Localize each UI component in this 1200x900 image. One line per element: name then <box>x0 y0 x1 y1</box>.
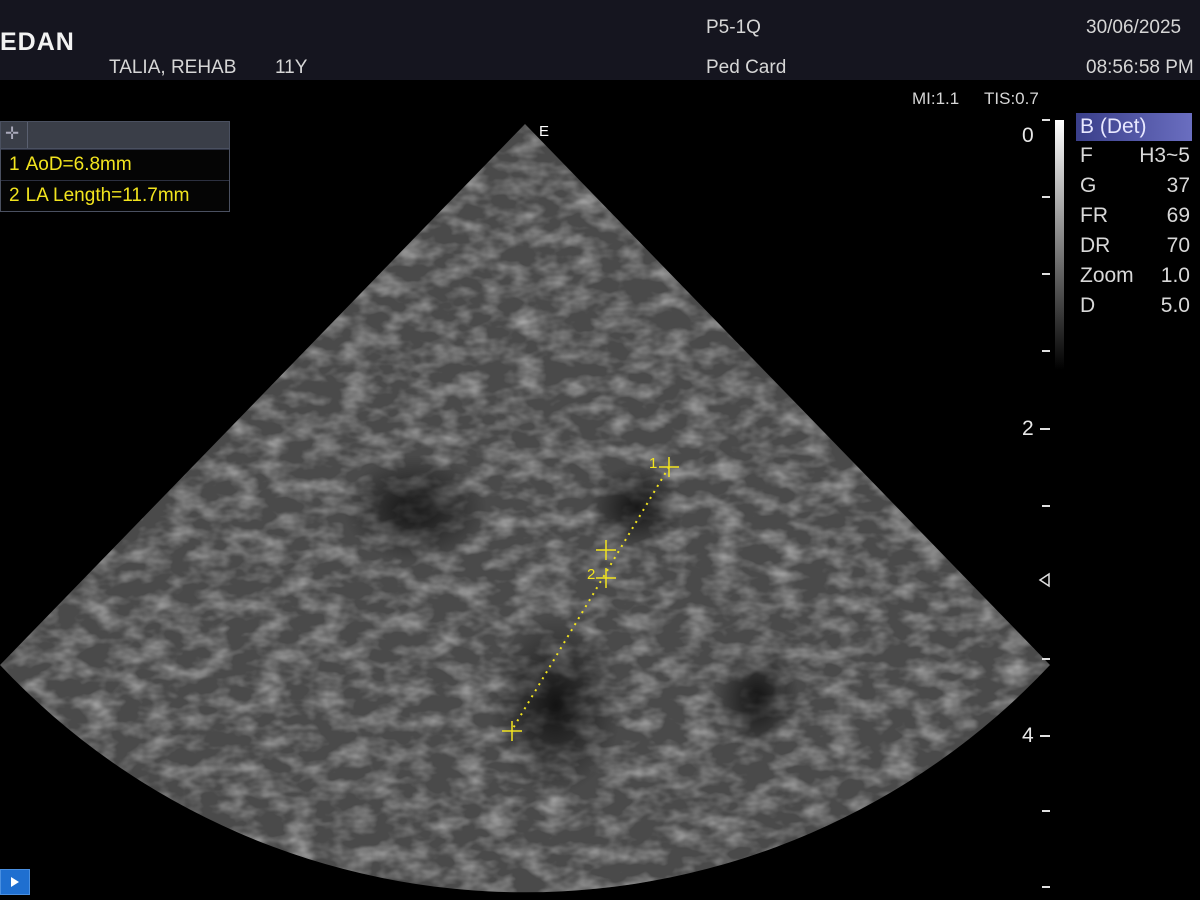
header-bar: EDAN TALIA, REHAB 11Y P5-1Q Ped Card 30/… <box>0 0 1200 80</box>
param-key: DR <box>1080 234 1111 257</box>
patient-age: 11Y <box>275 57 308 78</box>
exam-date: 30/06/2025 <box>1086 17 1182 38</box>
measurement-row[interactable]: 2 LA Length=11.7mm <box>1 180 229 211</box>
param-frame-rate: FR 69 <box>1076 201 1192 231</box>
measurement-text: LA Length=11.7mm <box>25 185 190 206</box>
patient-name: TALIA, REHAB <box>109 57 237 78</box>
param-value: 37 <box>1166 174 1190 197</box>
depth-label-2: 2 <box>1022 417 1034 440</box>
measurement-row[interactable]: 1 AoD=6.8mm <box>1 149 229 180</box>
image-parameters-panel: B (Det) F H3~5 G 37 FR 69 DR 70 Zoom 1.0 D 5.0 <box>1076 113 1192 321</box>
depth-label-0: 0 <box>1022 124 1034 147</box>
measurement-index: 2 <box>9 185 20 206</box>
probe-name: P5-1Q <box>706 17 761 38</box>
param-zoom: Zoom 1.0 <box>1076 261 1192 291</box>
depth-label-4: 4 <box>1022 724 1034 747</box>
param-value: 69 <box>1166 204 1190 227</box>
param-key: D <box>1080 294 1096 317</box>
header-divider <box>27 122 28 148</box>
play-icon[interactable] <box>0 869 30 895</box>
caliper-label-2: 2 <box>587 566 595 583</box>
exam-time: 08:56:58 PM <box>1086 57 1194 78</box>
scan-sector <box>0 124 1050 893</box>
gray-scale-bar <box>1055 120 1064 370</box>
focus-marker-icon[interactable] <box>1038 572 1050 588</box>
probe-orientation-marker: E <box>539 123 549 140</box>
measurement-results-panel[interactable]: ✛ 1 AoD=6.8mm 2 LA Length=11.7mm <box>0 121 230 212</box>
mode-label: B (Det) <box>1080 115 1147 138</box>
param-frequency: F H3~5 <box>1076 141 1192 171</box>
param-key: F <box>1080 144 1093 167</box>
measurement-text: AoD=6.8mm <box>25 154 132 175</box>
brand-logo: EDAN <box>0 28 75 56</box>
param-value: 70 <box>1166 234 1190 257</box>
param-key: G <box>1080 174 1097 197</box>
param-key: Zoom <box>1080 264 1134 287</box>
measurement-index: 1 <box>9 154 20 175</box>
param-value: H3~5 <box>1139 144 1190 167</box>
param-dynamic-range: DR 70 <box>1076 231 1192 261</box>
param-value: 1.0 <box>1160 264 1190 287</box>
caliper-label-1: 1 <box>649 455 657 472</box>
param-key: FR <box>1080 204 1108 227</box>
exam-preset: Ped Card <box>706 57 787 78</box>
panel-header[interactable]: ✛ <box>1 122 229 149</box>
crosshair-icon[interactable]: ✛ <box>5 124 19 144</box>
depth-ruler <box>1040 119 1050 888</box>
imaging-mode[interactable]: B (Det) <box>1076 113 1192 141</box>
param-gain: G 37 <box>1076 171 1192 201</box>
param-depth: D 5.0 <box>1076 291 1192 321</box>
param-value: 5.0 <box>1160 294 1190 317</box>
